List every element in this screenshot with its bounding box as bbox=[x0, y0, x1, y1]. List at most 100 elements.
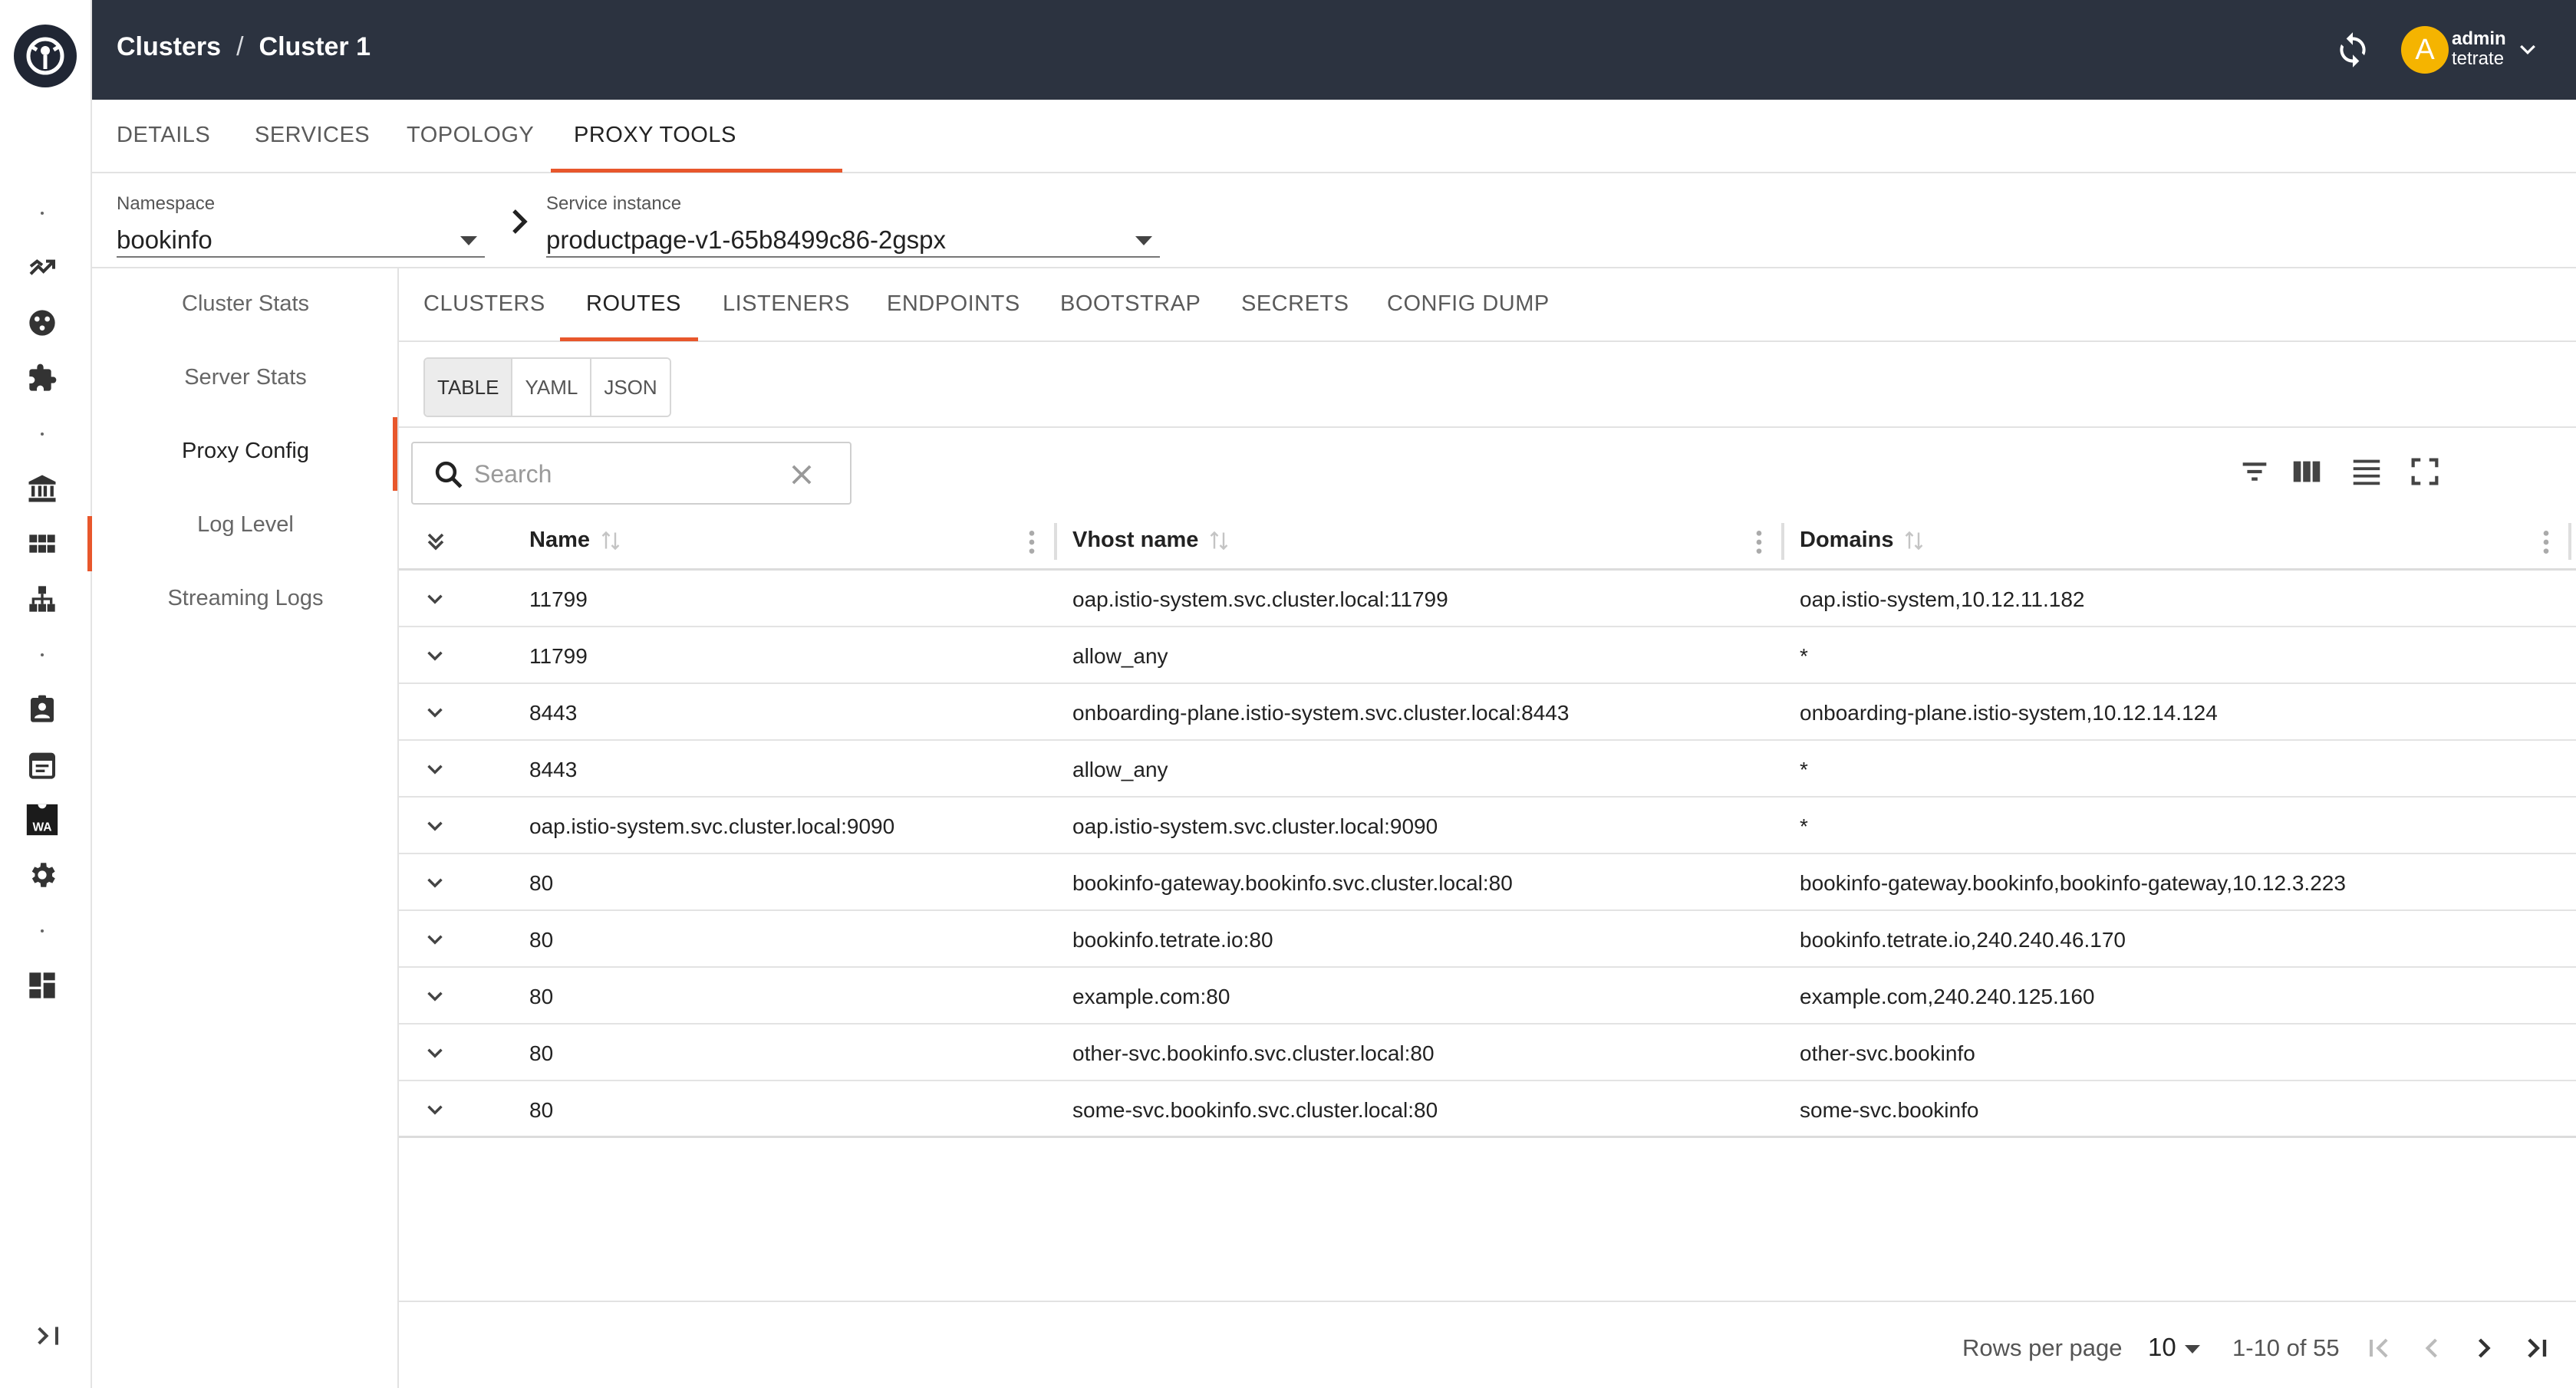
cell-vhost: example.com:80 bbox=[1072, 985, 1230, 1008]
column-header-domains[interactable]: Domains bbox=[1800, 528, 1924, 553]
tab-endpoints[interactable]: ENDPOINTS bbox=[887, 291, 1020, 317]
user-info[interactable]: admin tetrate bbox=[2452, 29, 2506, 69]
subnav-proxy-config[interactable]: Proxy Config bbox=[92, 439, 399, 464]
chevron-right-icon bbox=[505, 202, 535, 241]
tab-listeners[interactable]: LISTENERS bbox=[723, 291, 850, 317]
expand-row-icon[interactable] bbox=[422, 756, 448, 782]
next-page-icon[interactable] bbox=[2467, 1331, 2501, 1365]
cell-domains: oap.istio-system,10.12.11.182 bbox=[1800, 587, 2085, 611]
table-row[interactable]: 80 bookinfo-gateway.bookinfo.svc.cluster… bbox=[399, 854, 2576, 911]
expand-row-icon[interactable] bbox=[422, 699, 448, 725]
column-menu-icon[interactable] bbox=[1028, 529, 1036, 555]
filter-icon[interactable] bbox=[2237, 454, 2272, 489]
last-page-icon[interactable] bbox=[2519, 1331, 2553, 1365]
caret-down-icon[interactable] bbox=[2185, 1345, 2200, 1353]
format-json-button[interactable]: JSON bbox=[591, 359, 670, 416]
format-table-button[interactable]: TABLE bbox=[425, 359, 513, 416]
table-row[interactable]: 11799 allow_any * bbox=[399, 627, 2576, 684]
tab-config-dump[interactable]: CONFIG DUMP bbox=[1387, 291, 1550, 317]
column-menu-icon[interactable] bbox=[1755, 529, 1763, 555]
subnav-log-level[interactable]: Log Level bbox=[92, 512, 399, 538]
table-row[interactable]: 11799 oap.istio-system.svc.cluster.local… bbox=[399, 571, 2576, 627]
hierarchy-icon[interactable] bbox=[23, 580, 61, 618]
sort-icon[interactable] bbox=[1904, 529, 1924, 552]
expand-row-icon[interactable] bbox=[422, 983, 448, 1009]
table-row[interactable]: 80 bookinfo.tetrate.io:80 bookinfo.tetra… bbox=[399, 911, 2576, 968]
search-input[interactable] bbox=[474, 454, 781, 494]
clear-icon[interactable] bbox=[787, 460, 816, 489]
expand-row-icon[interactable] bbox=[422, 870, 448, 896]
tab-topology[interactable]: TOPOLOGY bbox=[407, 123, 534, 148]
cell-domains: example.com,240.240.125.160 bbox=[1800, 985, 2095, 1008]
subnav-cluster-stats[interactable]: Cluster Stats bbox=[92, 291, 399, 317]
namespace-select[interactable]: Namespace bookinfo bbox=[117, 184, 485, 258]
columns-icon[interactable] bbox=[2289, 454, 2324, 489]
breadcrumb-clusters[interactable]: Clusters bbox=[117, 32, 221, 62]
expand-row-icon[interactable] bbox=[422, 1040, 448, 1066]
expand-rail-icon[interactable] bbox=[34, 1321, 64, 1351]
expand-row-icon[interactable] bbox=[422, 643, 448, 669]
service-instance-select[interactable]: Service instance productpage-v1-65b8499c… bbox=[546, 184, 1160, 258]
cell-domains: bookinfo-gateway.bookinfo,bookinfo-gatew… bbox=[1800, 871, 2346, 895]
column-label: Domains bbox=[1800, 528, 1894, 552]
density-icon[interactable] bbox=[2349, 454, 2384, 489]
sort-icon[interactable] bbox=[601, 529, 621, 552]
table-row[interactable]: 8443 allow_any * bbox=[399, 741, 2576, 798]
column-header-vhost[interactable]: Vhost name bbox=[1072, 528, 1229, 553]
settings-icon[interactable] bbox=[23, 856, 61, 894]
table-row[interactable]: 8443 onboarding-plane.istio-system.svc.c… bbox=[399, 684, 2576, 741]
topology-icon[interactable] bbox=[23, 248, 61, 287]
first-page-icon[interactable] bbox=[2363, 1331, 2396, 1365]
tetrate-logo[interactable] bbox=[14, 25, 77, 87]
expand-all-icon[interactable] bbox=[422, 528, 450, 555]
tab-bootstrap[interactable]: BOOTSTRAP bbox=[1060, 291, 1201, 317]
stats-icon[interactable] bbox=[23, 304, 61, 342]
previous-page-icon[interactable] bbox=[2415, 1331, 2449, 1365]
organization-icon[interactable] bbox=[23, 469, 61, 508]
tab-clusters[interactable]: CLUSTERS bbox=[423, 291, 545, 317]
expand-row-icon[interactable] bbox=[422, 1097, 448, 1123]
dashboard-icon[interactable] bbox=[23, 966, 61, 1005]
extensions-icon[interactable] bbox=[23, 359, 61, 397]
table-row[interactable]: oap.istio-system.svc.cluster.local:9090 … bbox=[399, 798, 2576, 854]
column-menu-icon[interactable] bbox=[2542, 529, 2550, 555]
column-resize-handle[interactable] bbox=[1054, 523, 1057, 560]
rail-separator bbox=[41, 653, 44, 656]
user-avatar[interactable]: A bbox=[2401, 26, 2449, 74]
rows-per-page-select[interactable]: 10 bbox=[2148, 1333, 2176, 1362]
column-resize-handle[interactable] bbox=[2568, 523, 2571, 560]
subnav-server-stats[interactable]: Server Stats bbox=[92, 365, 399, 390]
table-row[interactable]: 80 some-svc.bookinfo.svc.cluster.local:8… bbox=[399, 1081, 2576, 1138]
tab-secrets[interactable]: SECRETS bbox=[1241, 291, 1349, 317]
column-resize-handle[interactable] bbox=[1781, 523, 1784, 560]
sort-icon[interactable] bbox=[1209, 529, 1229, 552]
expand-row-icon[interactable] bbox=[422, 926, 448, 952]
expand-row-icon[interactable] bbox=[422, 813, 448, 839]
users-icon[interactable] bbox=[23, 690, 61, 729]
subnav-streaming-logs[interactable]: Streaming Logs bbox=[92, 586, 399, 611]
format-yaml-button[interactable]: YAML bbox=[512, 359, 592, 416]
expand-row-icon[interactable] bbox=[422, 586, 448, 612]
breadcrumb-current: Cluster 1 bbox=[259, 32, 371, 61]
table-row[interactable]: 80 example.com:80 example.com,240.240.12… bbox=[399, 968, 2576, 1025]
wasm-icon[interactable]: WA bbox=[23, 801, 61, 839]
clusters-icon[interactable] bbox=[23, 525, 61, 563]
tab-routes[interactable]: ROUTES bbox=[586, 291, 681, 317]
top-header: Clusters / Cluster 1 A admin tetrate bbox=[92, 0, 2576, 100]
tab-proxy-tools[interactable]: PROXY TOOLS bbox=[574, 123, 736, 148]
calendar-icon[interactable] bbox=[23, 745, 61, 784]
cell-name: 80 bbox=[529, 985, 554, 1008]
active-tab-indicator bbox=[560, 337, 698, 341]
cell-name: 8443 bbox=[529, 758, 578, 781]
fullscreen-icon[interactable] bbox=[2407, 454, 2443, 489]
user-org: tetrate bbox=[2452, 48, 2505, 69]
breadcrumb: Clusters / Cluster 1 bbox=[117, 32, 371, 62]
tab-details[interactable]: DETAILS bbox=[117, 123, 210, 148]
column-header-name[interactable]: Name bbox=[529, 528, 621, 553]
refresh-icon[interactable] bbox=[2334, 31, 2372, 69]
tab-services[interactable]: SERVICES bbox=[255, 123, 370, 148]
table-row[interactable]: 80 other-svc.bookinfo.svc.cluster.local:… bbox=[399, 1025, 2576, 1081]
chevron-down-icon[interactable] bbox=[2516, 40, 2539, 60]
namespace-value: bookinfo bbox=[117, 225, 212, 254]
search-icon bbox=[433, 459, 465, 491]
